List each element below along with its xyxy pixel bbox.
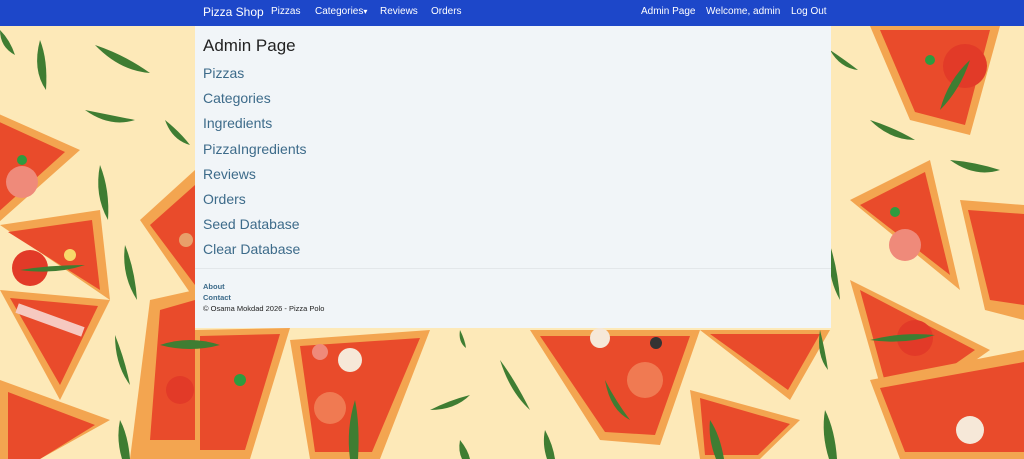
nav-link-pizzas[interactable]: Pizzas (271, 6, 300, 17)
admin-link-orders[interactable]: Orders (203, 189, 307, 214)
nav-logout-button[interactable]: Log Out (791, 6, 827, 17)
admin-link-reviews[interactable]: Reviews (203, 164, 307, 189)
footer-link-about[interactable]: About (203, 282, 225, 291)
chevron-down-icon: ▾ (363, 7, 368, 16)
nav-link-categories-label: Categories (315, 6, 364, 17)
admin-link-ingredients[interactable]: Ingredients (203, 113, 307, 138)
nav-dropdown-categories[interactable]: Categories▾ (315, 6, 367, 17)
top-navbar: Pizza Shop Pizzas Categories▾ Reviews Or… (0, 0, 1024, 26)
admin-link-seed-database[interactable]: Seed Database (203, 214, 307, 239)
page-title: Admin Page (203, 36, 296, 55)
footer-link-contact[interactable]: Contact (203, 293, 231, 302)
admin-link-categories[interactable]: Categories (203, 88, 307, 113)
main-content-panel: Admin Page Pizzas Categories Ingredients… (195, 26, 831, 328)
admin-link-pizzas[interactable]: Pizzas (203, 63, 307, 88)
nav-link-admin-page[interactable]: Admin Page (641, 6, 695, 17)
admin-link-list: Pizzas Categories Ingredients PizzaIngre… (203, 63, 307, 265)
brand-link[interactable]: Pizza Shop (203, 5, 264, 19)
admin-link-pizza-ingredients[interactable]: PizzaIngredients (203, 139, 307, 164)
nav-welcome-user[interactable]: Welcome, admin (706, 6, 780, 17)
admin-link-clear-database[interactable]: Clear Database (203, 239, 307, 264)
nav-link-reviews[interactable]: Reviews (380, 6, 418, 17)
footer-divider (195, 268, 831, 269)
footer-copyright: © Osama Mokdad 2026 - Pizza Polo (203, 304, 325, 313)
nav-link-orders[interactable]: Orders (431, 6, 462, 17)
